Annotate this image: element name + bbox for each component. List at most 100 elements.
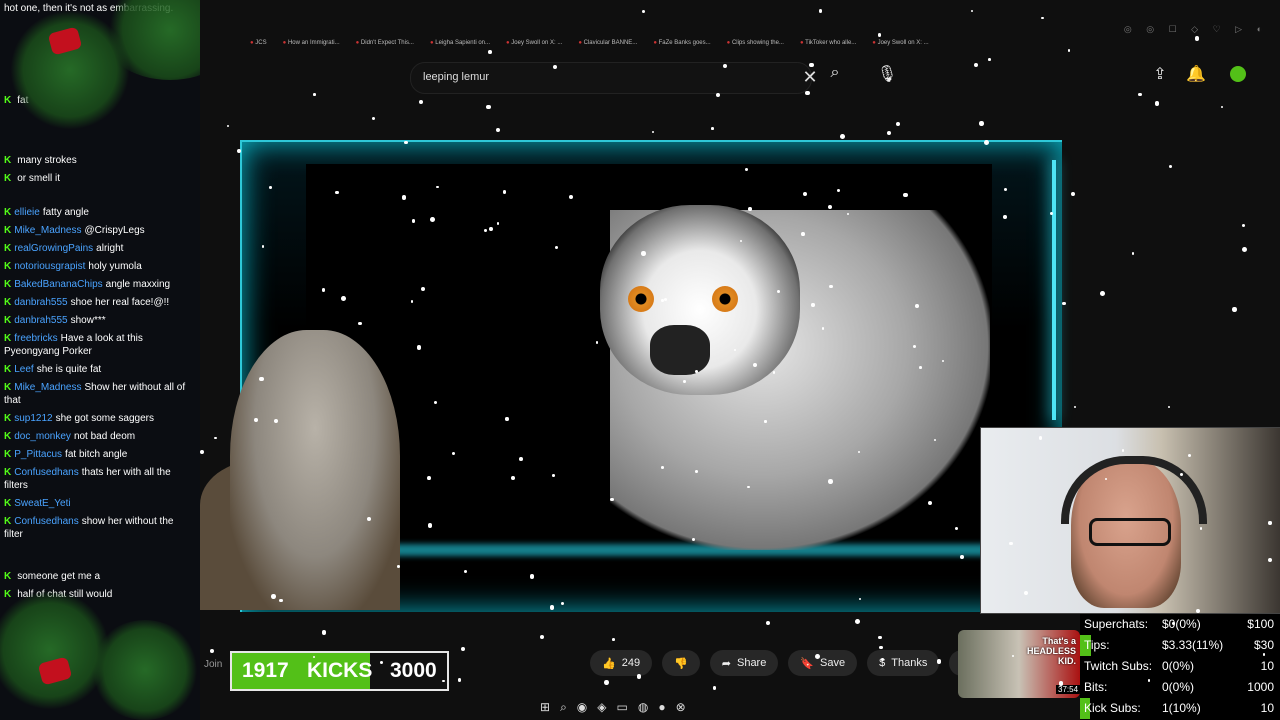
app-icon[interactable]: ◍ bbox=[638, 700, 648, 718]
snowflake bbox=[927, 501, 932, 506]
snowflake bbox=[313, 93, 316, 96]
snowflake bbox=[254, 418, 259, 422]
thanks-button[interactable]: $ Thanks bbox=[867, 650, 940, 676]
snowflake bbox=[485, 104, 491, 110]
browser-tab[interactable]: Joey Swoll on X: ... bbox=[506, 40, 562, 50]
snowflake bbox=[984, 140, 990, 145]
snowflake bbox=[1011, 654, 1015, 657]
snowflake bbox=[764, 420, 767, 423]
snowflake bbox=[1199, 527, 1203, 530]
snowflake bbox=[505, 417, 509, 421]
browser-tab[interactable]: Leigha Sapienti on... bbox=[430, 40, 490, 50]
snowflake bbox=[739, 239, 742, 243]
snowflake bbox=[1002, 215, 1007, 219]
chat-messages: Kfat Kmany strokes Kor smell it Kellieie… bbox=[0, 92, 196, 604]
glasses bbox=[1089, 518, 1171, 546]
recommended-video-thumbnail[interactable]: That's a HEADLESS KID. 37:54 bbox=[958, 630, 1080, 698]
snowflake bbox=[814, 653, 820, 659]
snowflake bbox=[611, 637, 615, 641]
snowflake bbox=[401, 195, 407, 200]
upload-icon[interactable]: ⇪ bbox=[1148, 64, 1172, 84]
chat-message: K SweatE_Yeti bbox=[4, 498, 71, 509]
join-button[interactable]: Join bbox=[204, 659, 222, 670]
goal-row: Superchats: $0(0%) $100 bbox=[1084, 617, 1274, 631]
snowflake bbox=[1232, 307, 1237, 312]
neon-pillar bbox=[1052, 160, 1056, 420]
snowflake bbox=[603, 680, 609, 686]
snowflake bbox=[488, 50, 492, 54]
spotify-icon[interactable]: ● bbox=[658, 700, 665, 718]
snowflake bbox=[270, 594, 276, 600]
chat-message: K Confusedhans show her without the filter bbox=[4, 516, 174, 540]
tab-strip: JCS How an Immigrati... Didn't Expect Th… bbox=[250, 40, 929, 50]
snowflake bbox=[828, 479, 833, 484]
browser-tab[interactable]: FaZe Banks goes... bbox=[653, 40, 711, 50]
xbox-icon[interactable]: ⊗ bbox=[676, 700, 686, 718]
app-icon[interactable]: ◉ bbox=[577, 700, 587, 718]
snowflake bbox=[436, 185, 439, 189]
chat-message: Kdanbrah555 shoe her real face!@!! bbox=[4, 297, 170, 308]
browser-toolbar-icons[interactable]: ◎ ◎ ☐ ◇ ♡ ▷ ◐ bbox=[1124, 24, 1268, 35]
snowflake bbox=[442, 679, 445, 683]
search-box[interactable]: leeping lemur ✕ bbox=[410, 62, 818, 94]
browser-tab[interactable]: How an Immigrati... bbox=[283, 40, 340, 50]
snowflake bbox=[518, 456, 523, 461]
folder-icon[interactable]: ▭ bbox=[617, 700, 628, 718]
share-button[interactable]: ➦ Share bbox=[709, 650, 779, 676]
account-avatar[interactable] bbox=[1230, 66, 1246, 82]
snowflake bbox=[321, 630, 327, 635]
snowflake bbox=[510, 475, 515, 480]
snowflake bbox=[379, 660, 383, 664]
windows-start-icon[interactable]: ⊞ bbox=[540, 700, 550, 718]
snowflake bbox=[213, 436, 217, 440]
dislike-button[interactable]: 👎 bbox=[662, 650, 700, 676]
snowflake bbox=[551, 474, 555, 477]
snowflake bbox=[811, 303, 815, 307]
chat-message: Knotoriousgrapist holy yumola bbox=[4, 261, 142, 272]
search-taskbar-icon[interactable]: ⌕ bbox=[560, 700, 567, 718]
snowflake bbox=[912, 344, 917, 348]
browser-tab[interactable]: Clips showing the... bbox=[727, 40, 784, 50]
snowflake bbox=[979, 121, 984, 126]
snowflake bbox=[1009, 541, 1013, 546]
snowflake bbox=[903, 193, 908, 198]
save-button[interactable]: 🔖 Save bbox=[788, 650, 858, 676]
snowflake bbox=[489, 227, 493, 232]
thumbs-down-icon: 👎 bbox=[674, 657, 688, 670]
chat-message: Ksup1212 she got some saggers bbox=[4, 413, 154, 424]
snowflake bbox=[691, 538, 695, 542]
snowflake bbox=[341, 296, 346, 302]
search-icon[interactable]: ⌕ bbox=[820, 64, 850, 90]
goal-row: Kick Subs: 1(10%) 10 bbox=[1080, 698, 1280, 719]
chat-message: Kor smell it bbox=[4, 173, 61, 184]
snowflake bbox=[1104, 477, 1107, 480]
search-input[interactable]: leeping lemur bbox=[423, 71, 489, 83]
snowflake bbox=[268, 186, 272, 190]
browser-tab[interactable]: TikToker who alle... bbox=[800, 40, 856, 50]
chat-panel: hot one, then it's not as embarrassing. … bbox=[0, 0, 200, 720]
snowflake bbox=[748, 207, 752, 211]
thumbs-up-icon: 👍 bbox=[602, 657, 616, 670]
snowflake bbox=[1062, 301, 1066, 306]
snowflake bbox=[397, 565, 400, 568]
chat-message: Ksomeone get me a bbox=[4, 571, 101, 582]
browser-tab[interactable]: Joey Swoll on X: ... bbox=[872, 40, 929, 50]
snowflake bbox=[772, 371, 776, 374]
snowflake bbox=[1121, 449, 1124, 452]
snowflake bbox=[800, 232, 805, 237]
browser-tab[interactable]: Clavicular BANNE... bbox=[578, 40, 638, 50]
browser-tab[interactable]: Didn't Expect This... bbox=[356, 40, 414, 50]
snowflake bbox=[776, 289, 781, 293]
browser-tab[interactable]: JCS bbox=[250, 40, 266, 50]
app-icon[interactable]: ◈ bbox=[597, 700, 606, 718]
snowflake bbox=[819, 9, 823, 13]
chat-message: KrealGrowingPains alright bbox=[4, 243, 124, 254]
microphone-icon[interactable]: 🎙 bbox=[872, 64, 902, 90]
chat-message: K Confusedhans thats her with all the filt… bbox=[4, 467, 171, 491]
chat-message: Kdanbrah555 show*** bbox=[4, 315, 106, 326]
snowflake bbox=[1041, 16, 1044, 19]
taskbar: ⊞ ⌕ ◉ ◈ ▭ ◍ ● ⊗ bbox=[540, 700, 740, 718]
snowflake bbox=[595, 341, 599, 344]
bell-icon[interactable]: 🔔 bbox=[1184, 64, 1208, 84]
like-button[interactable]: 👍 249 bbox=[590, 650, 653, 676]
